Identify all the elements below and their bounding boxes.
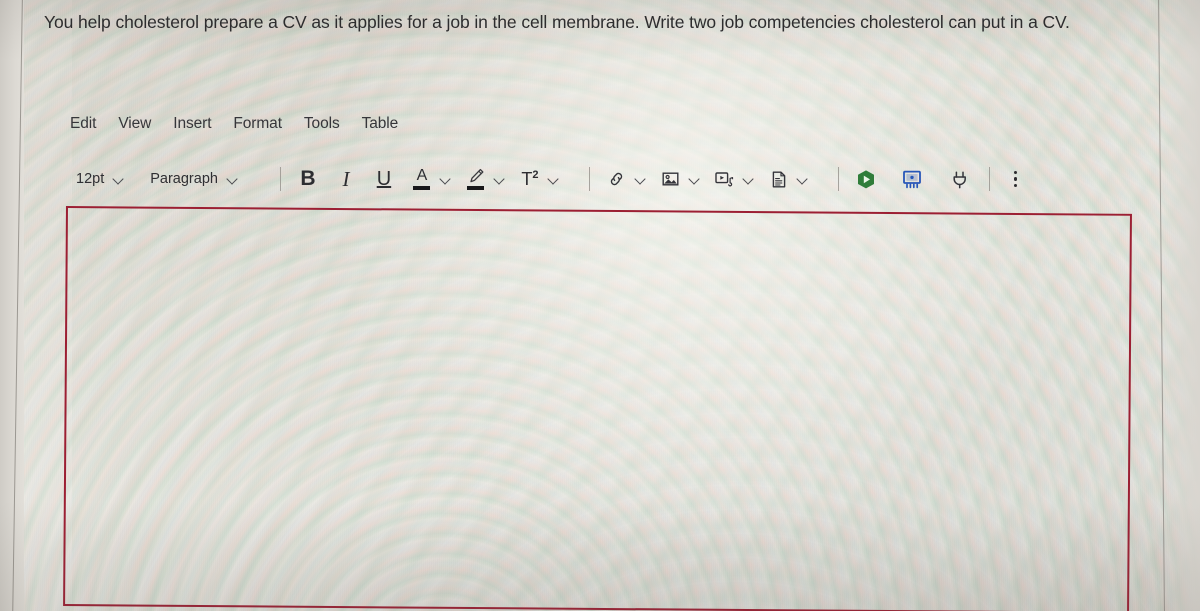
document-button[interactable] [768,164,790,194]
screen-capture-icon [903,170,921,188]
underline-button[interactable]: U [373,164,395,194]
superscript-button[interactable]: T2 [519,164,541,194]
link-button[interactable] [606,164,628,194]
media-control[interactable] [714,164,754,194]
plugins-button[interactable] [949,164,971,194]
chevron-down-icon [113,174,124,185]
highlight-color-icon [467,168,485,190]
more-vertical-icon-dot [1013,177,1018,181]
link-icon [610,172,623,186]
superscript-control[interactable]: T2 [519,164,559,194]
screen-capture-button[interactable] [901,164,923,194]
menu-item-view[interactable]: View [118,115,151,133]
font-size-dropdown[interactable]: 12pt [76,171,124,187]
font-size-value: 12pt [76,171,105,187]
block-format-value: Paragraph [150,171,218,187]
editor-menubar: Edit View Insert Format Tools Table [70,115,398,133]
marker-pen-glyph [470,168,484,183]
text-color-letter: A [416,167,428,184]
highlight-color-control[interactable] [465,164,505,194]
chevron-down-icon[interactable] [548,174,559,185]
more-options-button[interactable] [1006,170,1026,188]
highlight-color-button[interactable] [465,164,487,194]
more-vertical-icon-dot [1013,183,1018,188]
image-icon [662,172,679,186]
block-format-dropdown[interactable]: Paragraph [150,171,238,187]
chevron-down-icon[interactable] [743,174,754,185]
plug-icon [953,170,966,188]
superscript-icon: T2 [521,169,538,190]
underline-icon: U [376,167,392,190]
image-control[interactable] [660,164,700,194]
editor-toolbar: 12pt Paragraph B I U A T2 [76,163,1025,195]
chevron-down-icon[interactable] [440,174,451,185]
menu-item-edit[interactable]: Edit [70,115,96,133]
chevron-down-icon [227,174,238,185]
media-button[interactable] [714,164,736,194]
superscript-base: T [521,168,533,189]
screenshot-root: You help cholesterol prepare a CV as it … [0,0,1200,611]
menu-item-format[interactable]: Format [233,115,282,133]
menu-item-table[interactable]: Table [362,115,399,133]
document-control[interactable] [768,164,808,194]
highlight-color-swatch [467,186,485,190]
chevron-down-icon[interactable] [494,174,505,185]
text-color-icon: A [413,167,431,190]
italic-icon: I [342,166,350,191]
chevron-down-icon[interactable] [689,174,700,185]
toolbar-separator [588,167,590,191]
link-control[interactable] [606,164,646,194]
text-color-control[interactable]: A [411,164,451,194]
green-play-icon [857,169,874,188]
media-icon [715,172,734,187]
superscript-exponent: 2 [532,168,539,181]
rich-text-editor-body[interactable] [63,206,1132,611]
chevron-down-icon[interactable] [797,174,808,185]
menu-item-insert[interactable]: Insert [173,115,211,133]
toolbar-separator [988,167,990,191]
toolbar-separator [837,167,839,191]
question-prompt: You help cholesterol prepare a CV as it … [44,12,1070,32]
bold-icon: B [300,167,316,190]
document-icon [772,171,786,187]
bold-button[interactable]: B [297,164,319,194]
text-color-button[interactable]: A [411,164,433,194]
kaltura-play-button[interactable] [855,164,877,194]
more-vertical-icon-dot [1013,170,1018,175]
toolbar-separator [279,167,281,191]
chevron-down-icon[interactable] [635,174,646,185]
text-color-swatch [413,186,431,190]
menu-item-tools[interactable]: Tools [304,115,340,133]
image-button[interactable] [660,164,682,194]
italic-button[interactable]: I [335,164,357,194]
